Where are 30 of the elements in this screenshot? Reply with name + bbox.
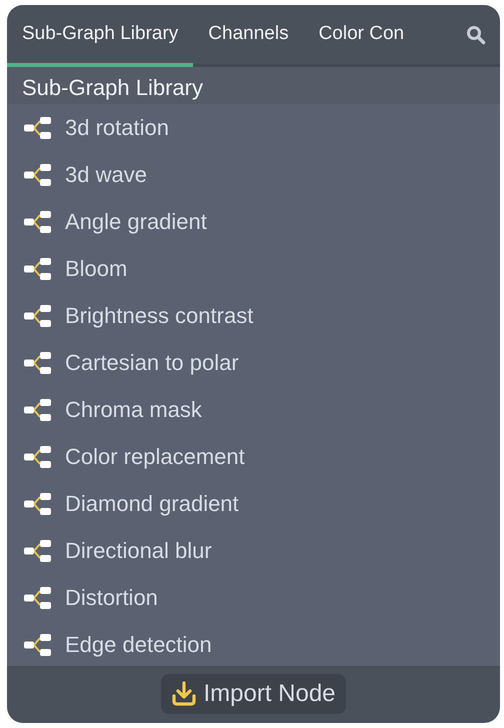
subgraph-item[interactable]: Chroma mask [7, 386, 500, 433]
subgraph-icon [23, 210, 53, 234]
subgraph-icon [23, 350, 53, 374]
subgraph-icon [23, 586, 53, 610]
subgraph-item[interactable]: Angle gradient [7, 198, 500, 245]
subgraph-icon [23, 632, 53, 656]
subgraph-item[interactable]: Cartesian to polar [7, 339, 500, 386]
subgraph-item[interactable]: Distortion [7, 574, 500, 621]
tab[interactable]: Channels [193, 5, 304, 67]
subgraph-icon [23, 256, 53, 280]
subgraph-icon [23, 444, 53, 468]
subgraph-icon [23, 538, 53, 562]
subgraph-item[interactable]: Color replacement [7, 433, 500, 480]
subgraph-icon [23, 116, 53, 140]
subgraph-item[interactable]: Bloom [7, 245, 500, 292]
subgraph-item[interactable]: 3d rotation [7, 104, 500, 151]
subgraph-item[interactable]: Edge detection [7, 621, 500, 666]
subgraph-icon [23, 162, 53, 186]
section-header: Sub-Graph Library [7, 67, 500, 104]
subgraph-item[interactable]: Directional blur [7, 527, 500, 574]
subgraph-item[interactable]: Brightness contrast [7, 292, 500, 339]
tab[interactable]: Color Con [304, 5, 408, 67]
import-node-button[interactable]: Import Node [161, 674, 346, 714]
subgraph-item[interactable]: 3d wave [7, 151, 500, 198]
search-icon [466, 24, 486, 44]
subgraph-icon [23, 398, 53, 422]
subgraph-item[interactable]: Diamond gradient [7, 480, 500, 527]
subgraph-icon [23, 492, 53, 516]
download-icon [171, 681, 198, 707]
subgraph-icon [23, 304, 53, 328]
